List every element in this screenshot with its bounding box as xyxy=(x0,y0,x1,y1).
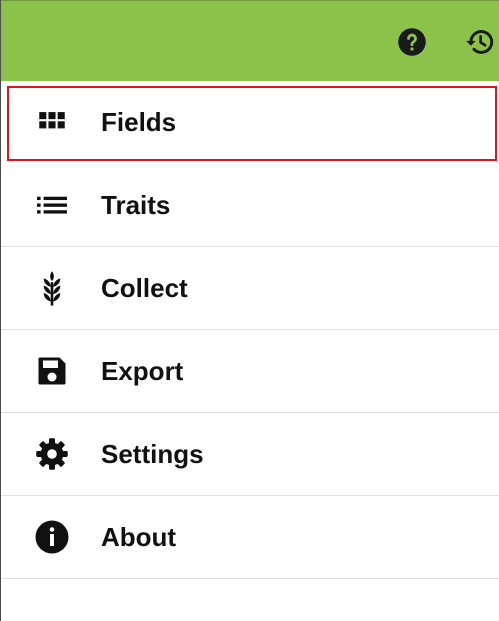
menu-item-settings[interactable]: Settings xyxy=(1,413,499,496)
menu-item-label: Fields xyxy=(101,107,177,137)
menu-item-about[interactable]: About xyxy=(1,496,499,579)
menu-item-fields[interactable]: Fields xyxy=(1,81,499,164)
help-icon xyxy=(398,28,426,56)
menu-item-label: About xyxy=(101,522,177,552)
grid-icon xyxy=(33,103,71,141)
selected-highlight xyxy=(7,86,497,161)
app-window: Fields Traits Collect Export Settings Ab… xyxy=(0,0,499,621)
wheat-icon xyxy=(33,269,71,307)
menu-item-export[interactable]: Export xyxy=(1,330,499,413)
list-icon xyxy=(33,186,71,224)
menu-item-collect[interactable]: Collect xyxy=(1,247,499,330)
gear-icon xyxy=(33,435,71,473)
help-button[interactable] xyxy=(396,26,428,58)
menu-item-label: Export xyxy=(101,356,184,386)
menu-item-label: Collect xyxy=(101,273,188,303)
top-app-bar xyxy=(1,0,499,81)
history-icon xyxy=(466,30,494,54)
save-icon xyxy=(33,352,71,390)
menu-item-label: Traits xyxy=(101,190,171,220)
navigation-menu: Fields Traits Collect Export Settings Ab… xyxy=(1,81,499,579)
info-icon xyxy=(33,518,71,556)
menu-item-label: Settings xyxy=(101,439,204,469)
menu-item-traits[interactable]: Traits xyxy=(1,164,499,247)
history-button[interactable] xyxy=(464,26,496,58)
